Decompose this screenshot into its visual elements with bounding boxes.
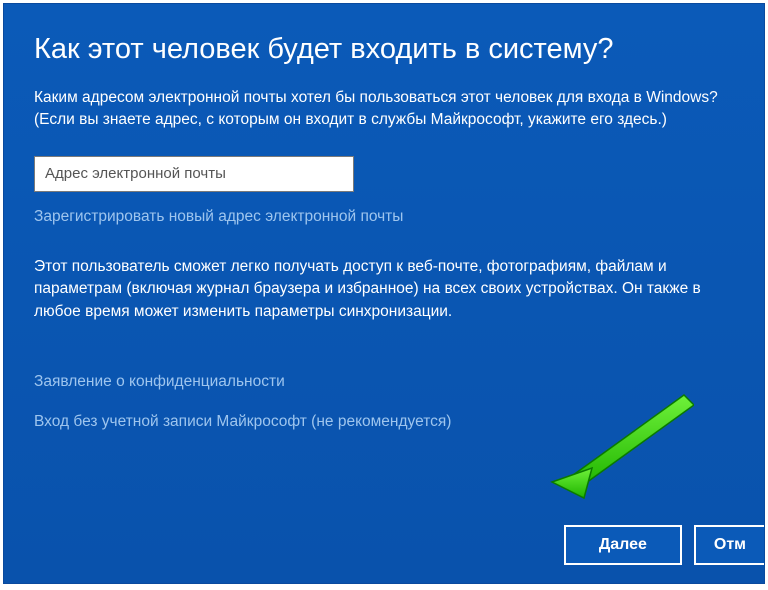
account-setup-dialog: Как этот человек будет входить в систему… — [3, 3, 765, 584]
next-button[interactable]: Далее — [564, 525, 682, 565]
privacy-statement-link[interactable]: Заявление о конфиденциальности — [34, 373, 285, 391]
button-bar: Далее Отм — [564, 525, 764, 565]
instruction-text: Каким адресом электронной почты хотел бы… — [34, 87, 734, 132]
register-email-link[interactable]: Зарегистрировать новый адрес электронной… — [34, 208, 403, 226]
email-input[interactable] — [34, 156, 354, 192]
sync-info-text: Этот пользователь сможет легко получать … — [34, 256, 734, 323]
cancel-button[interactable]: Отм — [694, 525, 764, 565]
sign-in-without-account-link[interactable]: Вход без учетной записи Майкрософт (не р… — [34, 413, 451, 431]
dialog-title: Как этот человек будет входить в систему… — [34, 32, 734, 67]
annotation-arrow-icon — [534, 390, 694, 500]
